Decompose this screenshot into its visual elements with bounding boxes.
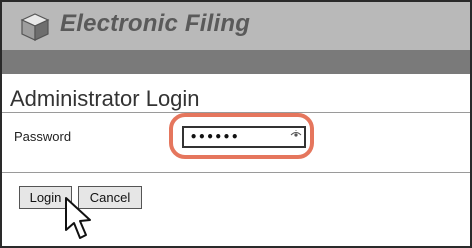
password-label: Password bbox=[14, 129, 72, 144]
app-title: Electronic Filing bbox=[60, 10, 251, 37]
toolbar-bar bbox=[2, 50, 470, 74]
login-button[interactable]: Login bbox=[19, 186, 72, 209]
cube-logo-icon bbox=[20, 13, 50, 41]
password-field[interactable] bbox=[182, 126, 306, 148]
app-header: Electronic Filing bbox=[2, 2, 470, 50]
divider bbox=[2, 172, 470, 173]
page-title: Administrator Login bbox=[10, 86, 200, 111]
application-window: Electronic Filing Administrator Login Pa… bbox=[0, 0, 472, 248]
eye-icon[interactable] bbox=[290, 130, 302, 140]
cancel-button[interactable]: Cancel bbox=[78, 186, 142, 209]
